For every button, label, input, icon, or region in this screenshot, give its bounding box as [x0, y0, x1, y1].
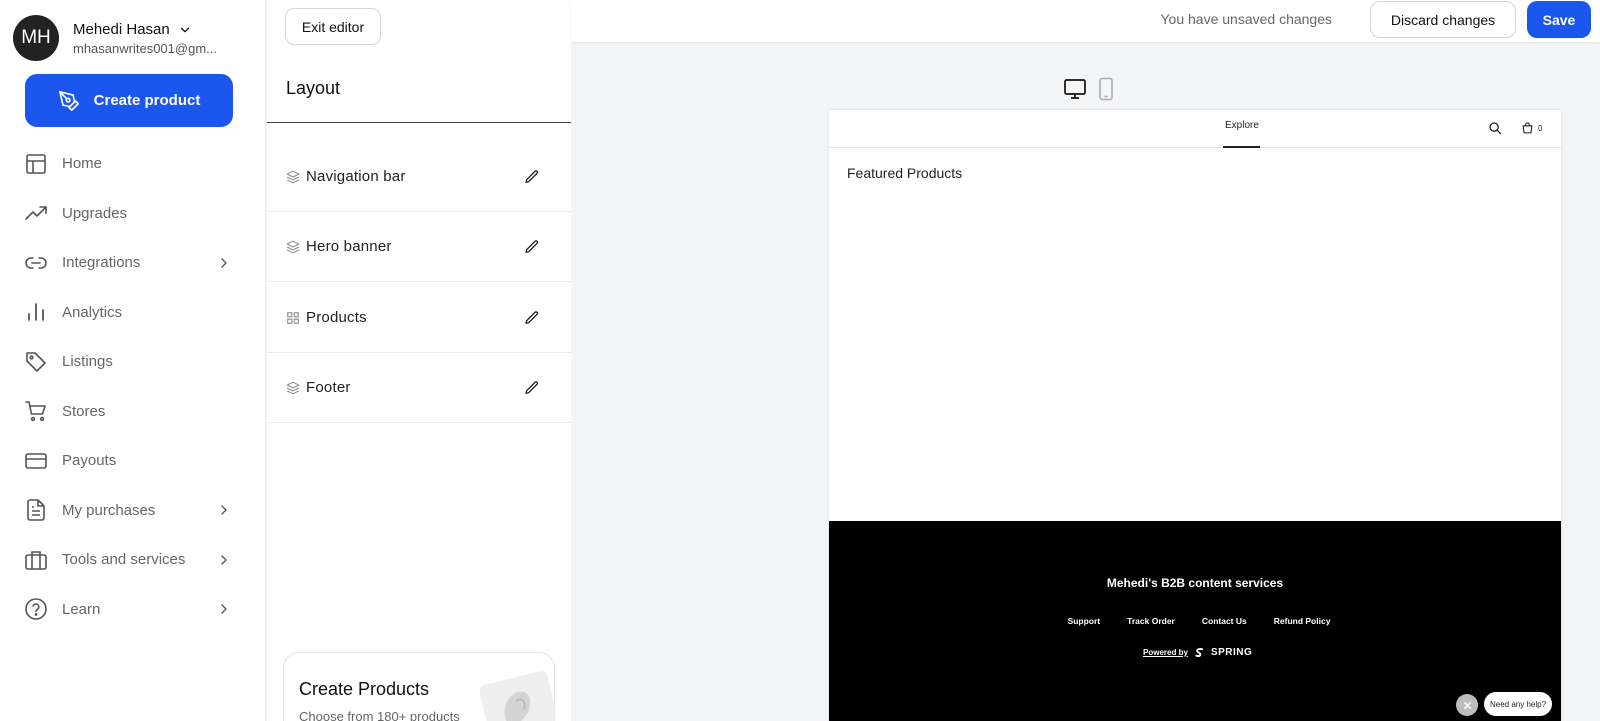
spring-brand: SPRING — [1210, 647, 1253, 658]
mobile-view-icon[interactable] — [1097, 77, 1115, 101]
active-underline — [1223, 146, 1260, 148]
divider — [267, 122, 571, 123]
chevron-right-icon[interactable] — [216, 552, 232, 568]
section-label: Footer — [306, 379, 351, 396]
footer-links: Support Track Order Contact Us Refund Po… — [829, 616, 1561, 626]
footer-link-refund-policy[interactable]: Refund Policy — [1274, 616, 1331, 626]
powered-by-label: Powered by — [1143, 648, 1188, 657]
user-menu[interactable]: MH Mehedi Hasan mhasanwrites001@gm... — [13, 15, 258, 63]
create-product-button[interactable]: Create product — [25, 74, 233, 127]
grid-icon — [287, 311, 299, 324]
close-icon — [1463, 701, 1471, 709]
sidebar-item-label: Learn — [62, 600, 101, 618]
store-preview: Explore 0 Featured Products Mehedi's B2B… — [829, 110, 1561, 721]
create-product-label: Create product — [93, 92, 201, 109]
desktop-view-icon[interactable] — [1063, 77, 1087, 101]
sidebar-item-label: Integrations — [62, 254, 141, 272]
powered-by[interactable]: Powered by SPRING — [1143, 647, 1252, 658]
topbar: You have unsaved changes Discard changes… — [571, 0, 1600, 42]
layers-icon — [286, 381, 300, 394]
sidebar-item-analytics[interactable]: Analytics — [0, 288, 266, 338]
save-button[interactable]: Save — [1527, 1, 1591, 38]
file-icon — [27, 499, 45, 522]
sidebar-item-payouts[interactable]: Payouts — [0, 436, 266, 486]
chevron-right-icon[interactable] — [216, 601, 232, 617]
briefcase-icon — [25, 550, 47, 570]
sidebar-item-label: Stores — [62, 402, 106, 420]
section-footer[interactable]: Footer — [267, 353, 571, 423]
search-icon[interactable] — [1488, 121, 1502, 135]
link-icon — [25, 256, 47, 269]
section-hero-banner[interactable]: Hero banner — [267, 212, 571, 282]
layout-icon — [26, 153, 46, 174]
layers-icon — [286, 240, 300, 253]
user-name-row[interactable]: Mehedi Hasan — [73, 21, 192, 38]
sidebar-item-integrations[interactable]: Integrations — [0, 238, 266, 288]
pencil-icon[interactable] — [524, 239, 540, 255]
sidebar-item-label: Payouts — [62, 452, 117, 470]
cart-icon — [25, 401, 46, 422]
preview-navbar: Explore 0 — [829, 110, 1561, 148]
sidebar-item-label: My purchases — [62, 501, 156, 519]
section-label: Hero banner — [306, 238, 392, 255]
help-circle-icon — [25, 598, 47, 621]
promo-title: Create Products — [299, 679, 430, 699]
sidebar: MH Mehedi Hasan mhasanwrites001@gm... Cr… — [0, 0, 266, 721]
section-label: Products — [306, 309, 367, 326]
sidebar-item-label: Upgrades — [62, 204, 128, 222]
pen-tool-icon — [58, 90, 79, 111]
bar-chart-icon — [28, 303, 44, 322]
chevron-right-icon[interactable] — [216, 502, 232, 518]
sidebar-item-learn[interactable]: Learn — [0, 585, 266, 635]
product-photo — [480, 670, 554, 721]
sidebar-item-label: Tools and services — [62, 551, 186, 569]
sidebar-item-tools-and-services[interactable]: Tools and services — [0, 535, 266, 585]
user-name: Mehedi Hasan — [73, 21, 170, 38]
sidebar-item-label: Listings — [62, 353, 113, 371]
sidebar-item-my-purchases[interactable]: My purchases — [0, 486, 266, 536]
help-close-button[interactable] — [1456, 694, 1478, 716]
avatar[interactable]: MH — [13, 15, 59, 61]
layout-panel: Exit editor Layout Navigation bar Hero b… — [267, 0, 571, 721]
shopping-bag-icon[interactable] — [1521, 121, 1534, 135]
pencil-icon[interactable] — [524, 310, 540, 326]
trending-up-icon — [25, 206, 47, 221]
pencil-icon[interactable] — [524, 380, 540, 396]
footer-link-contact-us[interactable]: Contact Us — [1202, 616, 1247, 626]
exit-editor-button[interactable]: Exit editor — [285, 8, 381, 45]
sidebar-item-label: Analytics — [62, 303, 123, 321]
featured-products-title: Featured Products — [847, 165, 963, 181]
layers-icon — [286, 170, 300, 183]
section-products[interactable]: Products — [267, 283, 571, 353]
chevron-down-icon[interactable] — [178, 23, 192, 37]
footer-link-track-order[interactable]: Track Order — [1127, 616, 1175, 626]
footer-company-name: Mehedi's B2B content services — [1106, 576, 1284, 590]
sidebar-item-upgrades[interactable]: Upgrades — [0, 189, 266, 239]
need-help-bubble[interactable]: Need any help? — [1484, 692, 1552, 716]
section-label: Navigation bar — [306, 168, 406, 185]
sidebar-item-stores[interactable]: Stores — [0, 387, 266, 437]
tag-icon — [26, 351, 46, 372]
credit-card-icon — [25, 452, 47, 469]
discard-changes-button[interactable]: Discard changes — [1370, 1, 1516, 38]
unsaved-changes-text: You have unsaved changes — [1160, 11, 1332, 27]
pencil-icon[interactable] — [524, 169, 540, 185]
sidebar-nav: Home Upgrades Integrations Analytics Lis… — [0, 139, 266, 634]
cart-count: 0 — [1538, 124, 1543, 133]
sidebar-item-listings[interactable]: Listings — [0, 337, 266, 387]
footer-link-support[interactable]: Support — [1068, 616, 1101, 626]
preview-nav-explore[interactable]: Explore — [1225, 120, 1259, 131]
sidebar-item-home[interactable]: Home — [0, 139, 266, 189]
user-email: mhasanwrites001@gm... — [73, 41, 217, 56]
chevron-right-icon[interactable] — [216, 255, 232, 271]
create-products-promo[interactable]: Create Products Choose from 180+ product… — [283, 652, 555, 721]
sidebar-item-label: Home — [62, 155, 103, 173]
layout-title: Layout — [286, 78, 341, 98]
section-navigation-bar[interactable]: Navigation bar — [267, 142, 571, 212]
spring-logo-icon — [1195, 648, 1204, 657]
preview-footer: Mehedi's B2B content services Support Tr… — [829, 521, 1561, 721]
promo-subtitle: Choose from 180+ products — [299, 709, 460, 721]
